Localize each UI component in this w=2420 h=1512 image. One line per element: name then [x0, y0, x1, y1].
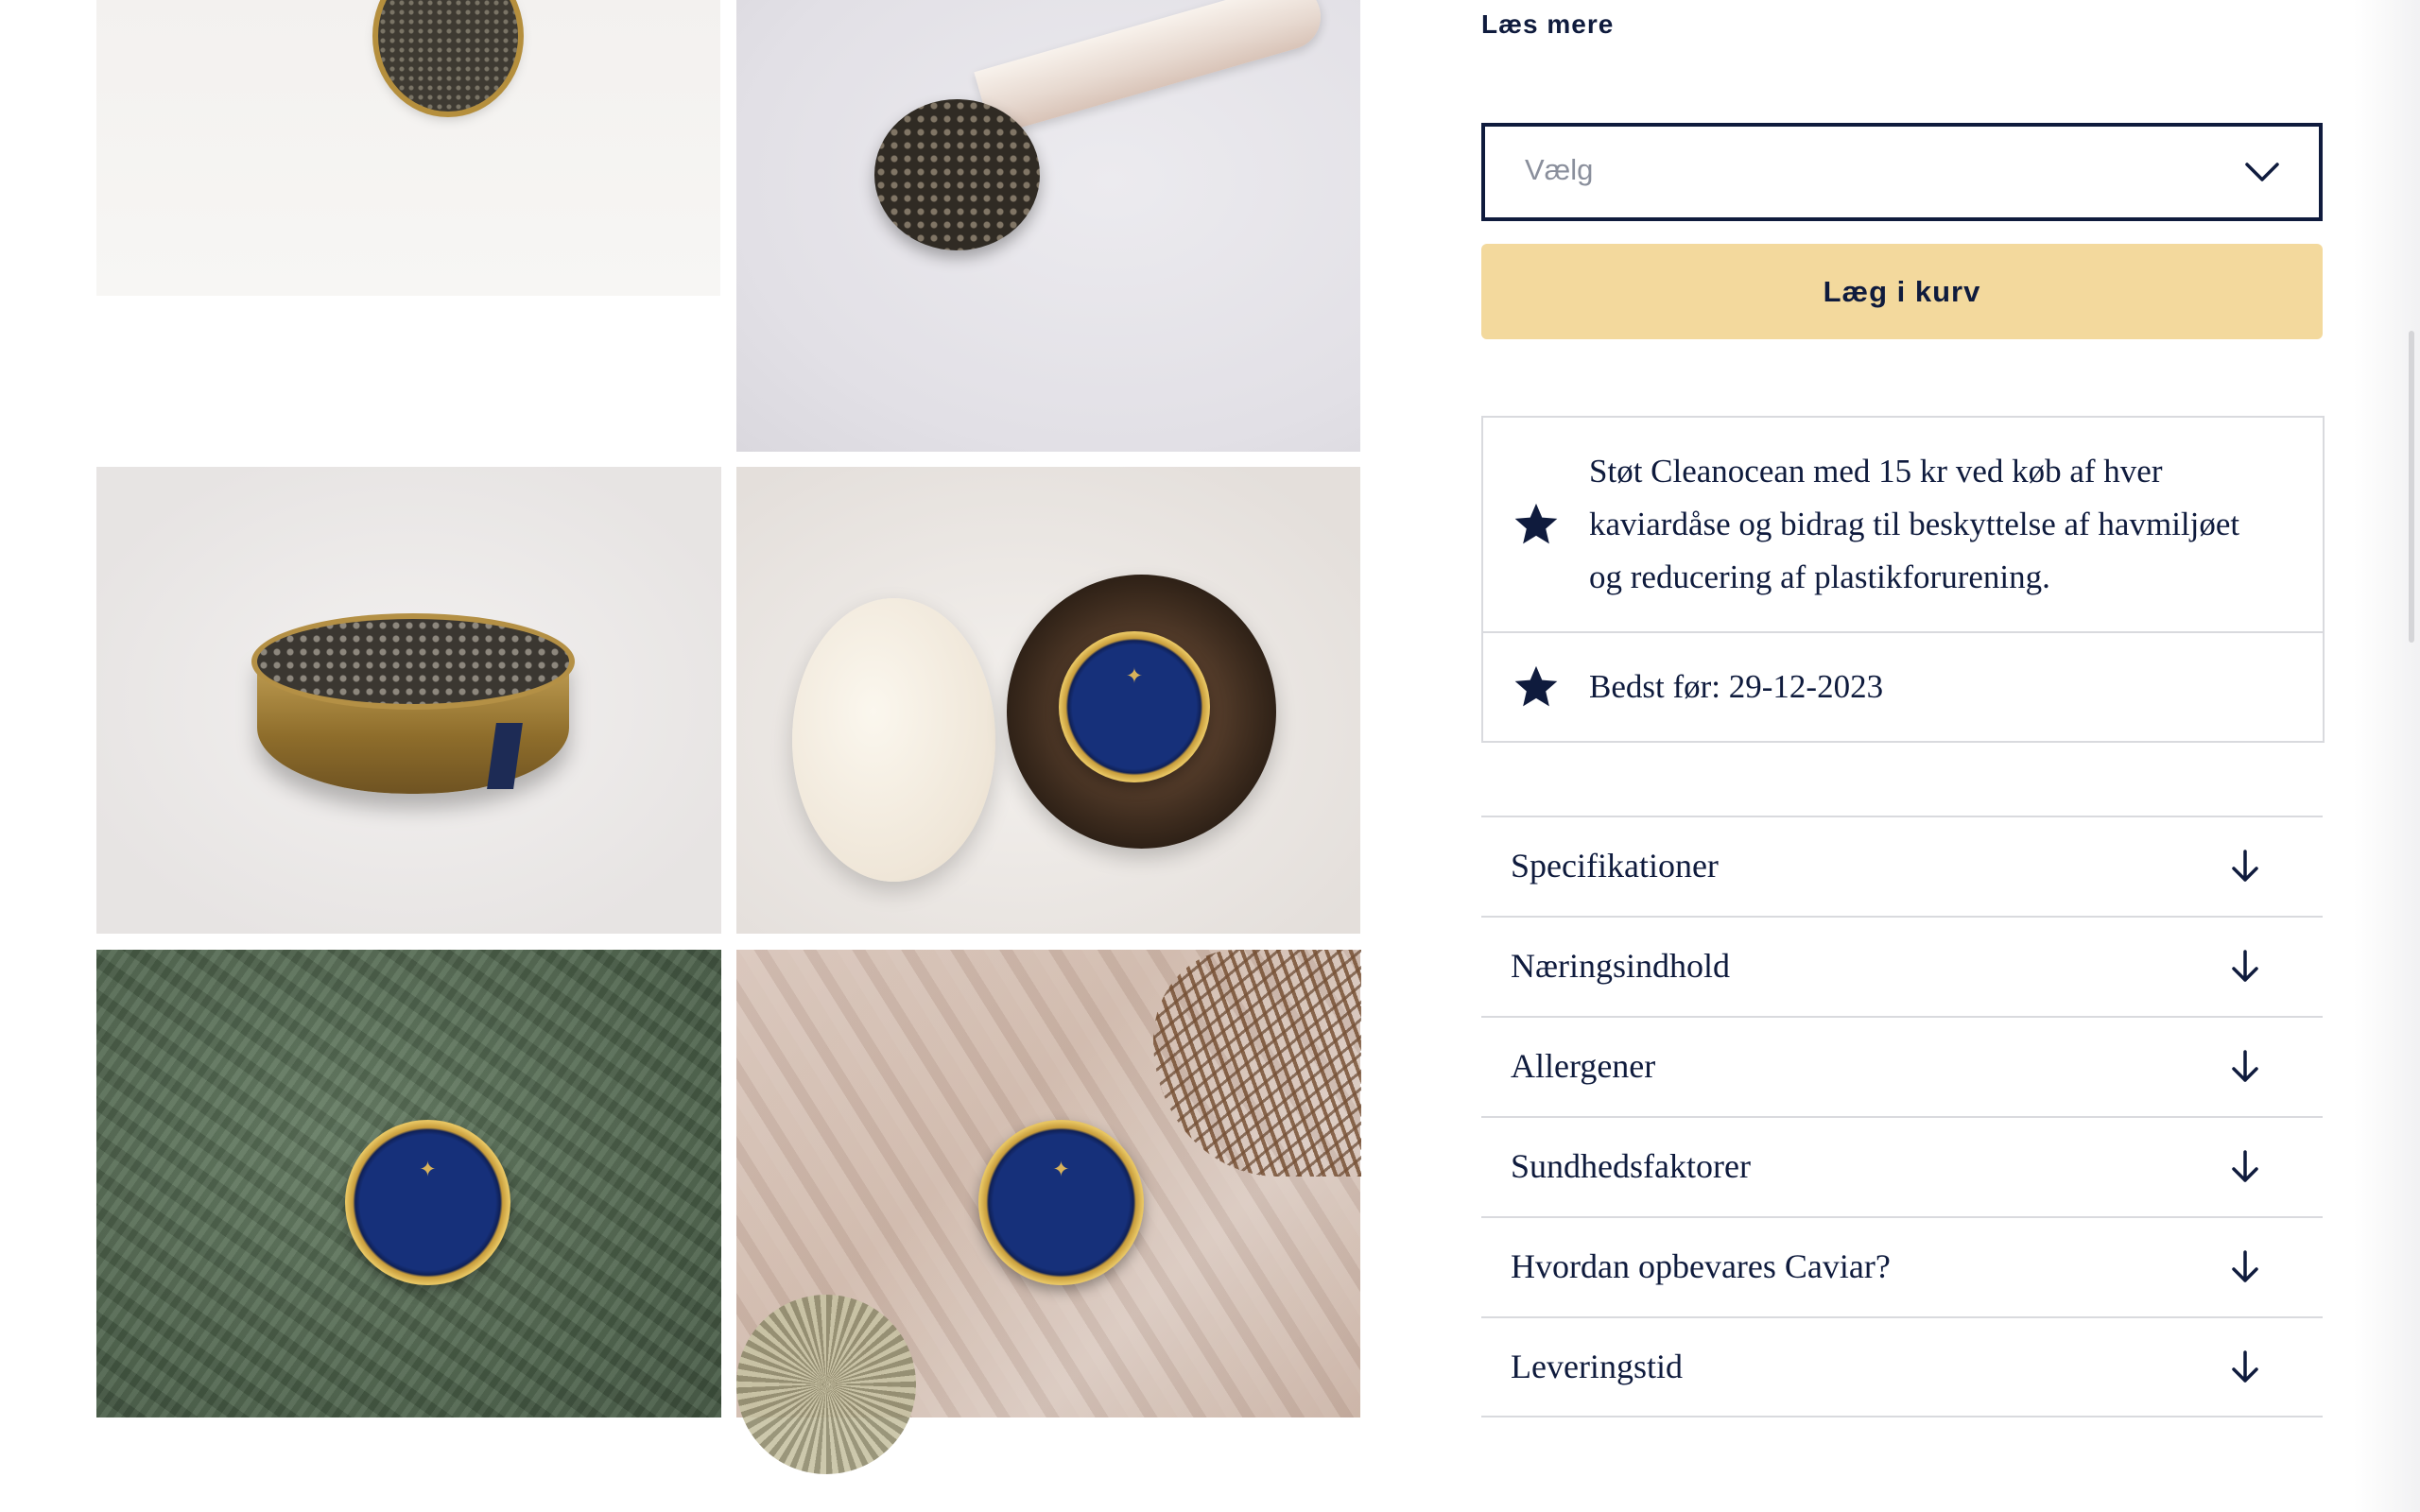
scrollbar-thumb[interactable] [2409, 331, 2414, 643]
add-to-cart-button[interactable]: Læg i kurv [1481, 244, 2323, 339]
arrow-down-icon [2232, 850, 2258, 882]
product-info-box: Støt Cleanocean med 15 kr ved køb af hve… [1481, 416, 2325, 743]
arrow-down-icon [2232, 1050, 2258, 1082]
accordion-naeringsindhold[interactable]: Næringsindhold [1481, 916, 2323, 1017]
accordion-label: Sundhedsfaktorer [1511, 1147, 1751, 1185]
arrow-down-icon [2232, 950, 2258, 982]
read-more-link[interactable]: Læs mere [1481, 9, 1614, 40]
caviar-label-graphic [1059, 631, 1210, 782]
accordion-leveringstid[interactable]: Leveringstid [1481, 1316, 2323, 1418]
accordion-sundhedsfaktorer[interactable]: Sundhedsfaktorer [1481, 1116, 2323, 1217]
caviar-spoon-graphic [874, 99, 1040, 250]
accordion-label: Leveringstid [1511, 1348, 1683, 1385]
product-image-tin-top[interactable] [96, 0, 720, 296]
chevron-down-icon [2245, 163, 2279, 181]
info-text: Støt Cleanocean med 15 kr ved køb af hve… [1589, 453, 2240, 595]
accordion-label: Næringsindhold [1511, 947, 1731, 985]
caviar-label-graphic [345, 1120, 510, 1285]
star-icon [1514, 665, 1558, 707]
info-text: Bedst før: 29-12-2023 [1589, 668, 1884, 705]
accordion-divider [1481, 1416, 2323, 1418]
variant-select[interactable]: Vælg [1481, 123, 2323, 221]
info-row-cleanocean: Støt Cleanocean med 15 kr ved køb af hve… [1483, 418, 2323, 633]
arrow-down-icon [2232, 1250, 2258, 1282]
tin-top-graphic [257, 619, 569, 704]
bowl-lid-graphic [792, 598, 995, 882]
arrow-down-icon [2232, 1150, 2258, 1182]
accordion-label: Specifikationer [1511, 847, 1719, 885]
caviar-tin-graphic [378, 0, 518, 112]
page-edge-shadow [2354, 0, 2420, 1512]
star-icon [1514, 503, 1558, 544]
accordion-label: Hvordan opbevares Caviar? [1511, 1247, 1891, 1285]
arrow-down-icon [2232, 1350, 2258, 1383]
variant-select-placeholder: Vælg [1525, 153, 1594, 186]
info-row-best-before: Bedst før: 29-12-2023 [1483, 633, 2323, 741]
coral-graphic [736, 1295, 916, 1474]
accordion-label: Allergener [1511, 1047, 1656, 1085]
caviar-label-graphic [978, 1120, 1144, 1285]
accordion-opbevaring[interactable]: Hvordan opbevares Caviar? [1481, 1216, 2323, 1317]
accordion-specifikationer[interactable]: Specifikationer [1481, 816, 2323, 917]
accordion-allergener[interactable]: Allergener [1481, 1016, 2323, 1117]
